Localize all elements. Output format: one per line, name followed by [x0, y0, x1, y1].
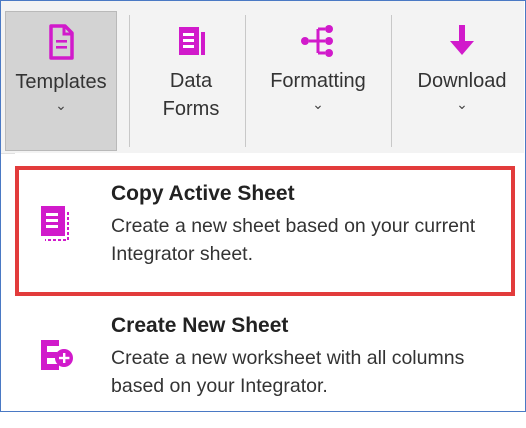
data-forms-button[interactable]: Data Forms: [141, 11, 241, 151]
ribbon-separator: [245, 15, 246, 147]
data-forms-label-text: Data Forms: [162, 70, 220, 120]
templates-dropdown-menu: Copy Active Sheet Create a new sheet bas…: [15, 153, 524, 410]
menu-item-description: Create a new worksheet with all columns …: [111, 347, 465, 397]
download-label: Download: [417, 70, 507, 92]
templates-label: Templates: [15, 71, 107, 93]
chevron-down-icon: ⌄: [456, 96, 468, 112]
menu-item-title: Create New Sheet: [111, 314, 289, 337]
ribbon-separator: [391, 15, 392, 147]
menu-item-copy-active-sheet[interactable]: Copy Active Sheet Create a new sheet bas…: [15, 166, 515, 296]
download-button[interactable]: Download ⌄: [401, 11, 523, 151]
formatting-label: Formatting: [270, 70, 366, 92]
menu-item-title: Copy Active Sheet: [111, 182, 295, 205]
ribbon-separator: [129, 15, 130, 147]
templates-button[interactable]: Templates ⌄: [5, 11, 117, 151]
menu-item-create-new-sheet[interactable]: Create New Sheet Create a new worksheet …: [15, 298, 515, 428]
new-sheet-icon: [41, 340, 73, 370]
document-icon: [49, 24, 74, 60]
data-forms-icon: [179, 27, 205, 55]
download-arrow-icon: [450, 25, 474, 55]
copy-sheet-icon: [41, 206, 69, 241]
chevron-down-icon: ⌄: [55, 97, 67, 113]
chevron-down-icon: ⌄: [312, 96, 324, 112]
formatting-button[interactable]: Formatting ⌄: [251, 11, 385, 151]
formatting-tree-icon: [301, 25, 333, 57]
ribbon-toolbar: Templates ⌄ Data Forms Formatting ⌄ Down…: [1, 1, 524, 154]
data-forms-label: Data Forms: [141, 67, 241, 123]
menu-item-description: Create a new sheet based on your current…: [111, 215, 476, 265]
